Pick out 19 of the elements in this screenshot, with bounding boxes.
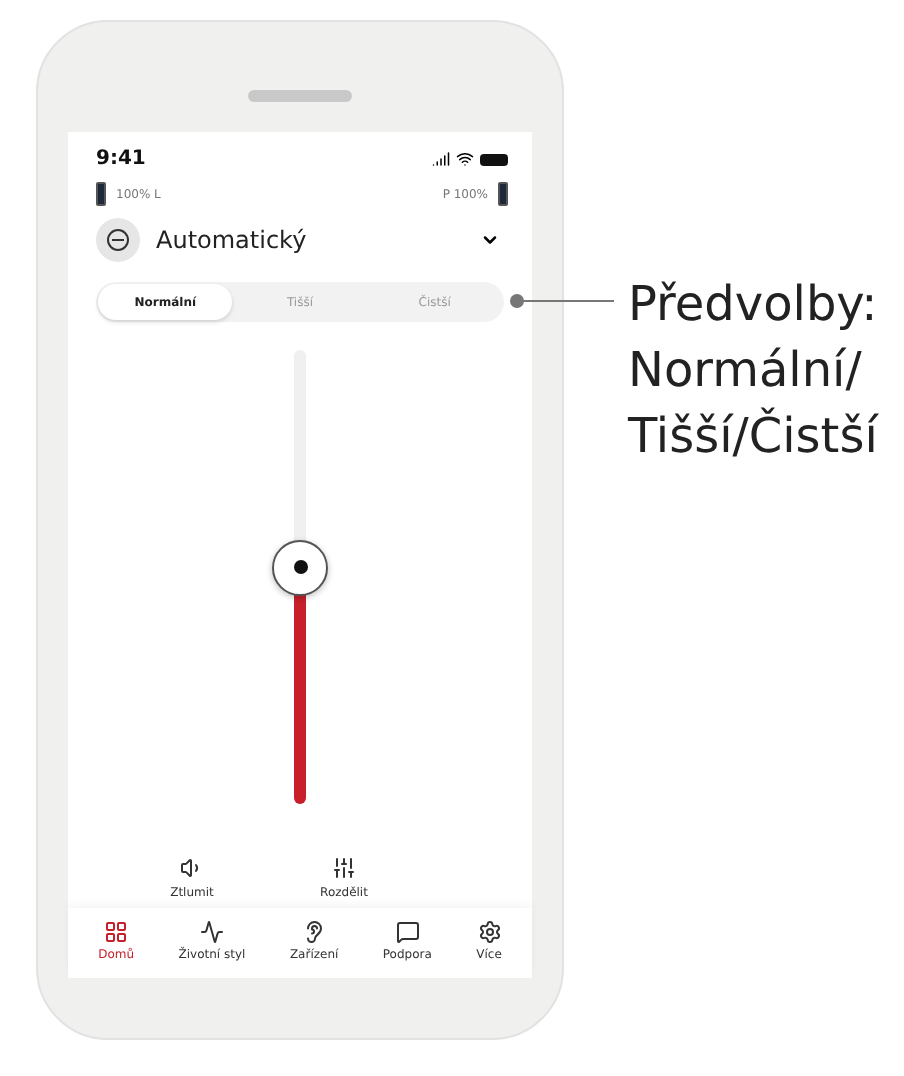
volume-thumb[interactable] (272, 539, 328, 596)
battery-icon (96, 182, 106, 206)
signal-icon (432, 150, 450, 168)
ear-icon (302, 920, 327, 944)
battery-icon (480, 153, 508, 165)
callout-text: Předvolby: Normální/ Tišší/Čistší (628, 274, 881, 468)
grid-icon (104, 920, 129, 944)
status-time: 9:41 (96, 148, 146, 170)
speaker-icon (180, 856, 204, 880)
battery-icon (498, 182, 508, 206)
pulse-icon (200, 920, 224, 944)
program-name: Automatický (156, 226, 309, 254)
chat-icon (395, 920, 420, 944)
phone-speaker (248, 90, 352, 102)
sliders-icon (332, 856, 356, 880)
chevron-down-icon[interactable] (480, 230, 500, 250)
settings-icon (477, 920, 501, 944)
wifi-icon (456, 150, 474, 168)
program-icon (96, 218, 140, 262)
